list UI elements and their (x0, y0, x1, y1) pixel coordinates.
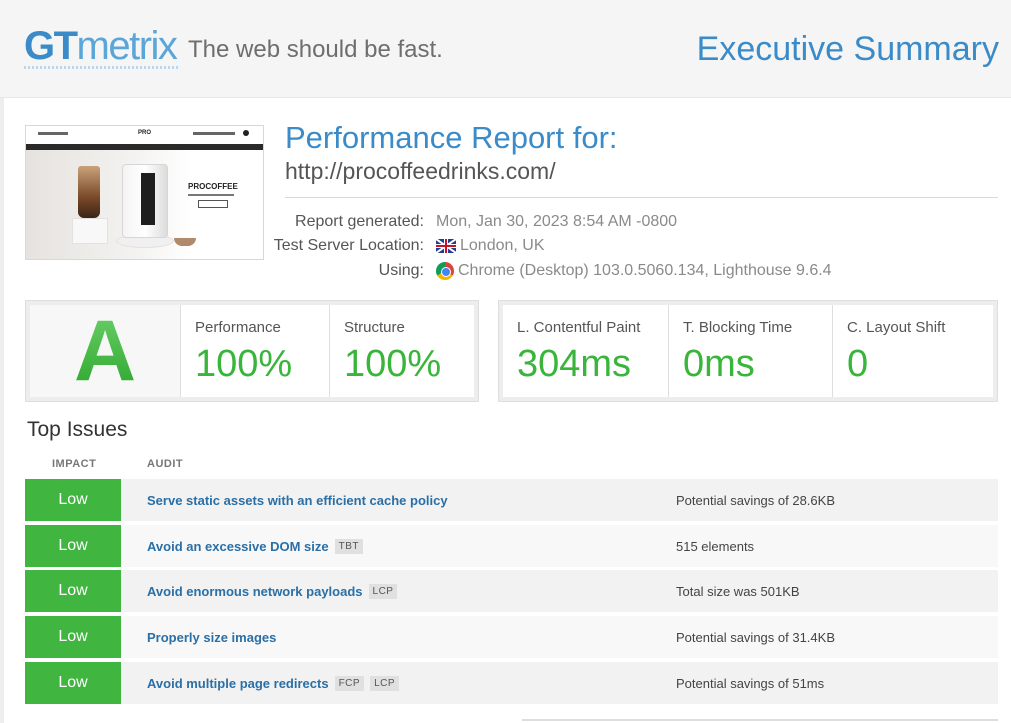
cls-metric[interactable]: C. Layout Shift 0 (832, 305, 993, 397)
issue-detail: 515 elements (676, 538, 755, 554)
structure-label: Structure (344, 319, 405, 336)
tbt-metric[interactable]: T. Blocking Time 0ms (668, 305, 832, 397)
thumbnail-button (198, 200, 228, 208)
tbt-label: T. Blocking Time (683, 319, 793, 336)
issue-detail: Potential savings of 51ms (676, 675, 825, 691)
tbt-value: 0ms (683, 343, 755, 385)
logo-metrix: metrix (76, 24, 178, 68)
impact-column-header: IMPACT (52, 458, 97, 470)
lcp-metric[interactable]: L. Contentful Paint 304ms (503, 305, 668, 397)
uk-flag-icon (436, 239, 456, 253)
vitals-panel-inner: L. Contentful Paint 304ms T. Blocking Ti… (503, 305, 993, 397)
performance-label: Performance (195, 319, 281, 336)
issue-detail: Total size was 501KB (676, 583, 800, 599)
server-location-row: Test Server Location: London, UK (0, 237, 1011, 259)
thumbnail-coffee-glass (78, 166, 100, 218)
issue-row[interactable]: Low Serve static assets with an efficient… (25, 479, 998, 521)
logo-underline (24, 66, 178, 69)
issue-row[interactable]: Low Properly size images Potential savings… (25, 616, 998, 658)
impact-badge: Low (25, 525, 121, 567)
audit-cell: Serve static assets with an efficient ca… (147, 479, 448, 521)
server-location-text: London, UK (460, 237, 545, 254)
thumbnail-subtitle (188, 194, 234, 196)
lcp-label: L. Contentful Paint (517, 319, 641, 336)
report-generated-value: Mon, Jan 30, 2023 8:54 AM -0800 (436, 213, 677, 231)
lcp-value: 304ms (517, 343, 632, 385)
thumbnail-user-icon (243, 130, 249, 136)
thumbnail-nav: PRO (26, 126, 263, 144)
left-border (0, 98, 4, 723)
using-text: Chrome (Desktop) 103.0.5060.134, Lightho… (458, 262, 832, 279)
audit-cell: Avoid enormous network payloads LCP (147, 570, 398, 612)
issue-detail: Potential savings of 28.6KB (676, 492, 835, 508)
performance-value: 100% (195, 343, 293, 385)
audit-link[interactable]: Serve static assets with an efficient ca… (147, 493, 448, 508)
audit-link[interactable]: Avoid enormous network payloads (147, 584, 363, 599)
report-generated-text: Mon, Jan 30, 2023 8:54 AM -0800 (436, 213, 678, 230)
performance-score[interactable]: Performance 100% (180, 305, 329, 397)
issue-row[interactable]: Low Avoid enormous network payloads LCP Tot… (25, 570, 998, 612)
metric-tag: LCP (368, 583, 398, 599)
cls-label: C. Layout Shift (847, 319, 946, 336)
issue-detail: Potential savings of 31.4KB (676, 629, 835, 645)
thumbnail-nav-logo: PRO (138, 130, 152, 136)
gtmetrix-grade-panel: A Performance 100% Structure 100% (25, 300, 479, 402)
report-url[interactable]: http://procoffeedrinks.com/ (285, 158, 556, 185)
bottom-divider (522, 719, 998, 721)
thumbnail-nav-left (38, 132, 68, 135)
audit-link[interactable]: Avoid multiple page redirects (147, 676, 329, 691)
web-vitals-panel: L. Contentful Paint 304ms T. Blocking Ti… (498, 300, 998, 402)
audit-column-header: AUDIT (147, 458, 184, 470)
logo-gt: GT (24, 24, 78, 68)
audit-link[interactable]: Avoid an excessive DOM size (147, 539, 329, 554)
structure-score[interactable]: Structure 100% (329, 305, 474, 397)
audit-cell: Avoid an excessive DOM size TBT (147, 525, 363, 567)
using-row: Using: Chrome (Desktop) 103.0.5060.134, … (0, 262, 1011, 284)
report-title: Performance Report for: (285, 120, 618, 155)
metric-tag: FCP (334, 675, 365, 691)
chrome-icon (436, 262, 454, 280)
header: GTmetrix The web should be fast. Executi… (0, 0, 1011, 98)
page-title: Executive Summary (696, 30, 999, 68)
impact-badge: Low (25, 616, 121, 658)
grade-letter-text: A (73, 302, 137, 399)
audit-cell: Properly size images (147, 616, 276, 658)
metric-tag: LCP (370, 675, 400, 691)
server-location-value: London, UK (436, 237, 545, 255)
audit-cell: Avoid multiple page redirects FCP LCP (147, 662, 400, 704)
report-generated-row: Report generated: Mon, Jan 30, 2023 8:54… (0, 213, 1011, 235)
impact-badge: Low (25, 570, 121, 612)
metric-tag: TBT (334, 538, 363, 554)
gtmetrix-logo[interactable]: GTmetrix (24, 22, 178, 70)
top-issues-title: Top Issues (27, 418, 128, 441)
structure-value: 100% (344, 343, 442, 385)
using-label: Using: (378, 262, 424, 279)
cls-value: 0 (847, 343, 869, 385)
issue-row[interactable]: Low Avoid an excessive DOM size TBT 515 ele… (25, 525, 998, 567)
impact-badge: Low (25, 662, 121, 704)
tagline: The web should be fast. (188, 36, 443, 63)
issue-row[interactable]: Low Avoid multiple page redirects FCP LCP Po… (25, 662, 998, 704)
server-location-label: Test Server Location: (273, 237, 424, 254)
thumbnail-brand: PROCOFFEE (188, 182, 238, 191)
grade-letter: A (30, 303, 180, 399)
report-generated-label: Report generated: (295, 213, 424, 230)
thumbnail-nav-right (193, 132, 235, 135)
grade-panel-inner: A Performance 100% Structure 100% (30, 303, 474, 399)
info-divider (285, 197, 998, 198)
using-value: Chrome (Desktop) 103.0.5060.134, Lightho… (436, 262, 832, 280)
impact-badge: Low (25, 479, 121, 521)
audit-link[interactable]: Properly size images (147, 630, 276, 645)
